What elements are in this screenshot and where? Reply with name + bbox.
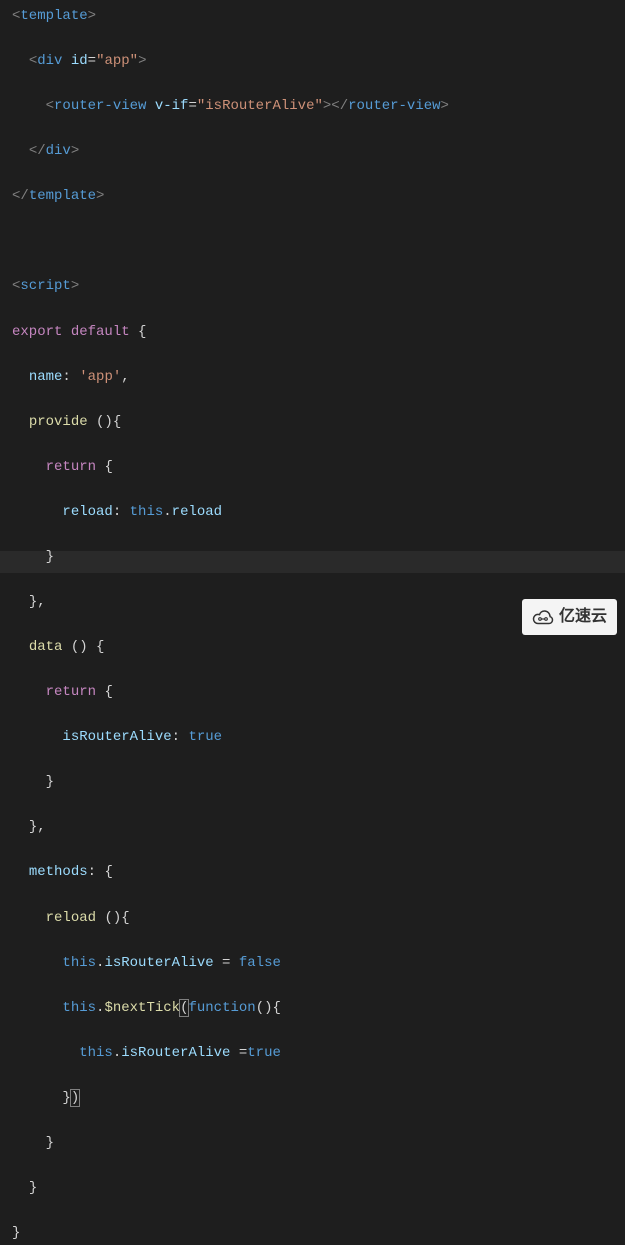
code-line: name: 'app',	[12, 366, 625, 389]
code-line: return {	[12, 681, 625, 704]
code-line: export default {	[12, 321, 625, 344]
code-line	[12, 230, 625, 253]
code-line: this.isRouterAlive =true	[12, 1042, 625, 1065]
code-line: <script>	[12, 275, 625, 298]
code-line: })	[12, 1087, 625, 1110]
code-line: provide (){	[12, 411, 625, 434]
code-line: </template>	[12, 185, 625, 208]
code-line: this.isRouterAlive = false	[12, 952, 625, 975]
cloud-icon	[532, 609, 554, 625]
code-line: <div id="app">	[12, 50, 625, 73]
bracket-match-close: )	[70, 1089, 80, 1107]
code-line: }	[12, 546, 625, 569]
code-line: data () {	[12, 636, 625, 659]
code-line: }	[12, 771, 625, 794]
code-line: }	[12, 1222, 625, 1245]
code-line: </div>	[12, 140, 625, 163]
code-line: reload (){	[12, 907, 625, 930]
code-line: <template>	[12, 5, 625, 28]
code-line: }	[12, 1177, 625, 1200]
watermark-badge: 亿速云	[522, 599, 617, 635]
code-editor[interactable]: <template> <div id="app"> <router-view v…	[0, 0, 625, 643]
code-line: }	[12, 1132, 625, 1155]
code-line: return {	[12, 456, 625, 479]
code-line: methods: {	[12, 861, 625, 884]
code-line: this.$nextTick(function(){	[12, 997, 625, 1020]
code-line: <router-view v-if="isRouterAlive"></rout…	[12, 95, 625, 118]
code-line: isRouterAlive: true	[12, 726, 625, 749]
code-line: },	[12, 816, 625, 839]
code-line: reload: this.reload	[12, 501, 625, 524]
watermark-text: 亿速云	[559, 604, 607, 630]
